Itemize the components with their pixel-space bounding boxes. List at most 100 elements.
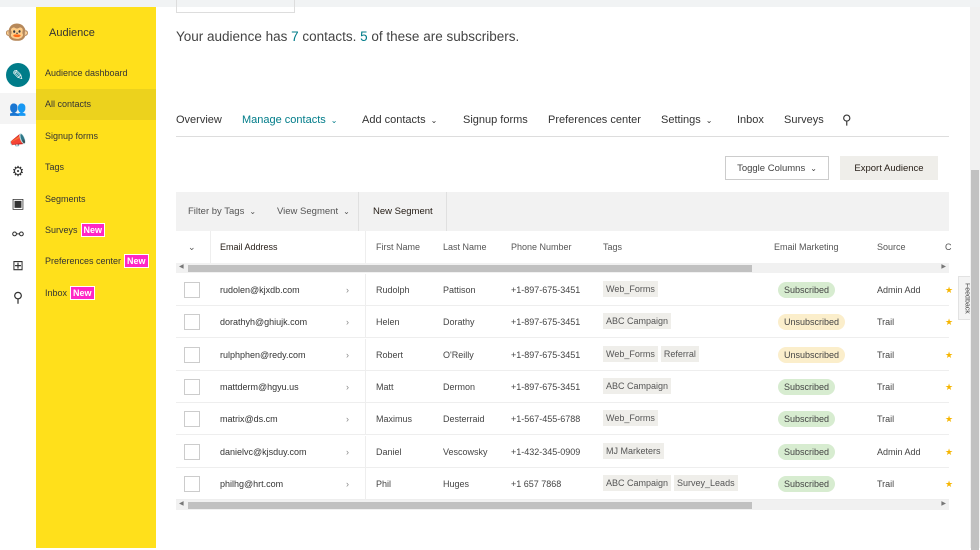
chevron-right-icon[interactable]: › xyxy=(346,317,349,327)
table-row[interactable]: dorathyh@ghiujk.com › Helen Dorathy +1-897-6… xyxy=(176,306,953,339)
star-icon[interactable]: ★ xyxy=(945,382,953,393)
chevron-right-icon[interactable]: › xyxy=(346,479,349,489)
column-header[interactable]: Last Name xyxy=(443,242,487,252)
star-icon[interactable]: ★ xyxy=(945,414,953,425)
sidebar-item-preferences-center[interactable]: Preferences center New xyxy=(36,246,156,277)
search-icon[interactable]: ⚲ xyxy=(6,285,30,309)
phone-cell: +1-897-675-3451 xyxy=(511,349,581,360)
row-checkbox[interactable] xyxy=(184,378,200,395)
sidebar-item-label: Inbox xyxy=(45,287,68,298)
email-cell[interactable]: matrix@ds.cm xyxy=(220,414,278,424)
audience-icon[interactable]: 👥 xyxy=(0,93,36,124)
create-pencil-icon[interactable]: ✎ xyxy=(6,63,30,87)
column-header[interactable]: First Name xyxy=(376,242,420,252)
tab-inbox[interactable]: Inbox xyxy=(737,114,764,126)
row-checkbox[interactable] xyxy=(184,443,200,460)
vertical-scrollbar[interactable] xyxy=(970,7,980,550)
email-cell[interactable]: rudolen@kjxdb.com xyxy=(220,285,300,295)
website-icon[interactable]: ▣ xyxy=(6,191,30,215)
toggle-columns-button[interactable]: Toggle Columns ⌄ xyxy=(725,156,829,180)
sidebar-item-audience-dashboard[interactable]: Audience dashboard xyxy=(36,58,156,89)
export-audience-button[interactable]: Export Audience xyxy=(840,156,938,180)
tag-chip[interactable]: Web_Forms xyxy=(603,410,658,427)
chevron-right-icon[interactable]: › xyxy=(346,285,349,295)
horizontal-scrollbar-bottom[interactable]: ◀ ▶ xyxy=(176,500,949,510)
column-header[interactable]: Source xyxy=(877,242,906,252)
row-checkbox[interactable] xyxy=(184,282,200,298)
column-header[interactable]: C xyxy=(945,242,952,252)
star-icon[interactable]: ★ xyxy=(945,317,953,328)
chevron-right-icon[interactable]: › xyxy=(346,414,349,424)
scroll-right-icon[interactable]: ▶ xyxy=(941,263,946,270)
tag-chip[interactable]: MJ Marketers xyxy=(603,442,664,459)
table-row[interactable]: matrix@ds.cm › Maximus Desterraid +1-567-455… xyxy=(176,403,953,436)
tab-add-contacts[interactable]: Add contacts ⌄ xyxy=(362,114,437,126)
column-header[interactable]: Phone Number xyxy=(511,242,572,252)
star-icon[interactable]: ★ xyxy=(945,285,953,296)
column-header[interactable]: Tags xyxy=(603,242,622,252)
tab-settings[interactable]: Settings ⌄ xyxy=(661,114,712,126)
row-checkbox[interactable] xyxy=(184,314,200,331)
sidebar-item-surveys[interactable]: Surveys New xyxy=(36,215,156,246)
integrations-icon[interactable]: ⚯ xyxy=(6,222,30,246)
table-row[interactable]: mattderm@hgyu.us › Matt Dermon +1-897-675-34… xyxy=(176,370,953,403)
table-row[interactable]: rulphphen@redy.com › Robert O'Reilly +1-897-… xyxy=(176,338,953,371)
row-checkbox[interactable] xyxy=(184,411,200,428)
sidebar-item-tags[interactable]: Tags xyxy=(36,152,156,183)
sidebar-item-segments[interactable]: Segments xyxy=(36,184,156,215)
scrollbar-thumb[interactable] xyxy=(971,170,979,550)
row-checkbox[interactable] xyxy=(184,475,200,492)
tab-surveys[interactable]: Surveys xyxy=(784,114,824,126)
scroll-right-icon[interactable]: ▶ xyxy=(941,500,946,507)
email-cell[interactable]: philhg@hrt.com xyxy=(220,479,283,489)
table-row[interactable]: rudolen@kjxdb.com › Rudolph Pattison +1-897-… xyxy=(176,274,953,306)
horizontal-scrollbar[interactable]: ◀ ▶ xyxy=(176,263,949,273)
sidebar-item-all-contacts[interactable]: All contacts xyxy=(36,89,156,121)
column-header[interactable]: Email Marketing xyxy=(774,242,839,252)
status-badge: Subscribed xyxy=(778,282,836,298)
chevron-right-icon[interactable]: › xyxy=(346,447,349,457)
new-segment-button[interactable]: New Segment xyxy=(358,192,447,231)
chevron-right-icon[interactable]: › xyxy=(346,350,349,360)
star-icon[interactable]: ★ xyxy=(945,447,953,458)
table-row[interactable]: philhg@hrt.com › Phil Huges +1 657 7868 ABC C… xyxy=(176,467,953,500)
tag-chip[interactable]: ABC Campaign xyxy=(603,474,672,491)
campaigns-megaphone-icon[interactable]: 📣 xyxy=(6,128,30,152)
tab-signup-forms[interactable]: Signup forms xyxy=(463,114,528,126)
chevron-right-icon[interactable]: › xyxy=(346,382,349,392)
sidebar-item-signup-forms[interactable]: Signup forms xyxy=(36,121,156,152)
tag-chip[interactable]: ABC Campaign xyxy=(603,313,672,330)
first-name-cell: Matt xyxy=(376,381,394,392)
star-icon[interactable]: ★ xyxy=(945,479,953,490)
tab-preferences-center[interactable]: Preferences center xyxy=(548,114,641,126)
tab-manage-contacts[interactable]: Manage contacts ⌄ xyxy=(242,114,337,126)
tag-chip[interactable]: Referral xyxy=(660,345,699,362)
select-all-chevron-icon[interactable]: ⌄ xyxy=(188,242,196,253)
email-cell[interactable]: rulphphen@redy.com xyxy=(220,350,306,360)
apps-grid-icon[interactable]: ⊞ xyxy=(6,253,30,277)
sidebar-item-inbox[interactable]: Inbox New xyxy=(36,278,156,309)
row-checkbox[interactable] xyxy=(184,346,200,363)
tab-overview[interactable]: Overview xyxy=(176,114,222,126)
tag-chip[interactable]: Survey_Leads xyxy=(674,474,738,491)
search-box[interactable] xyxy=(176,0,295,13)
mailchimp-logo-icon[interactable]: 🐵 xyxy=(3,18,31,46)
scroll-left-icon[interactable]: ◀ xyxy=(179,500,184,507)
automations-icon[interactable]: ⚙ xyxy=(6,159,30,183)
column-header[interactable]: Email Address xyxy=(220,242,278,252)
tag-chip[interactable]: Web_Forms xyxy=(603,281,658,297)
filter-by-tags-dropdown[interactable]: Filter by Tags ⌄ xyxy=(188,206,256,217)
search-icon[interactable]: ⚲ xyxy=(842,112,852,128)
email-cell[interactable]: danielvc@kjsduy.com xyxy=(220,447,307,457)
last-name-cell: Huges xyxy=(443,478,470,489)
view-segment-dropdown[interactable]: View Segment ⌄ xyxy=(277,206,350,217)
tag-chip[interactable]: ABC Campaign xyxy=(603,377,672,394)
email-cell[interactable]: dorathyh@ghiujk.com xyxy=(220,317,307,327)
scrollbar-thumb[interactable] xyxy=(188,265,752,272)
star-icon[interactable]: ★ xyxy=(945,350,953,361)
tag-chip[interactable]: Web_Forms xyxy=(603,345,658,362)
scrollbar-thumb[interactable] xyxy=(188,502,752,509)
email-cell[interactable]: mattderm@hgyu.us xyxy=(220,382,299,392)
table-row[interactable]: danielvc@kjsduy.com › Daniel Vescowsky +1-43… xyxy=(176,435,953,468)
scroll-left-icon[interactable]: ◀ xyxy=(179,263,184,270)
